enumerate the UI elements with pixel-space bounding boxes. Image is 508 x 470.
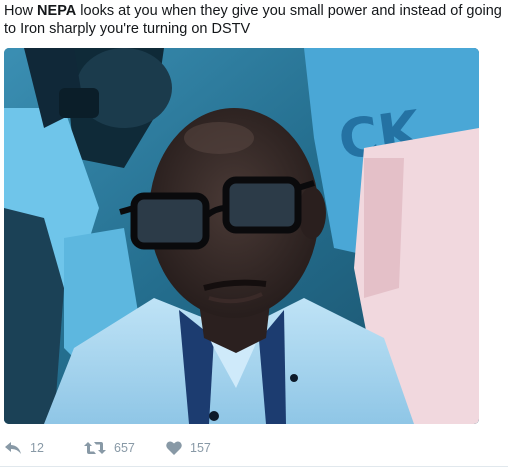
divider — [0, 466, 508, 467]
like-count: 157 — [190, 441, 211, 455]
heart-icon — [166, 441, 182, 455]
reply-count: 12 — [30, 441, 44, 455]
tweet-text-start: How — [4, 3, 38, 19]
photo-illustration: CK — [4, 48, 479, 424]
tweet-photo[interactable]: CK — [4, 48, 479, 424]
retweet-count: 657 — [114, 441, 135, 455]
tweet-text-bold: NEPA — [37, 3, 77, 19]
reply-button[interactable]: 12 — [4, 441, 84, 455]
reply-icon — [4, 441, 22, 455]
tweet-text: How NEPA looks at you when they give you… — [4, 2, 504, 38]
tweet-text-end: looks at you when they give you small po… — [4, 3, 502, 37]
retweet-button[interactable]: 657 — [84, 441, 166, 455]
retweet-icon — [84, 441, 106, 455]
tweet-actions: 12 657 157 — [4, 438, 226, 458]
like-button[interactable]: 157 — [166, 441, 226, 455]
